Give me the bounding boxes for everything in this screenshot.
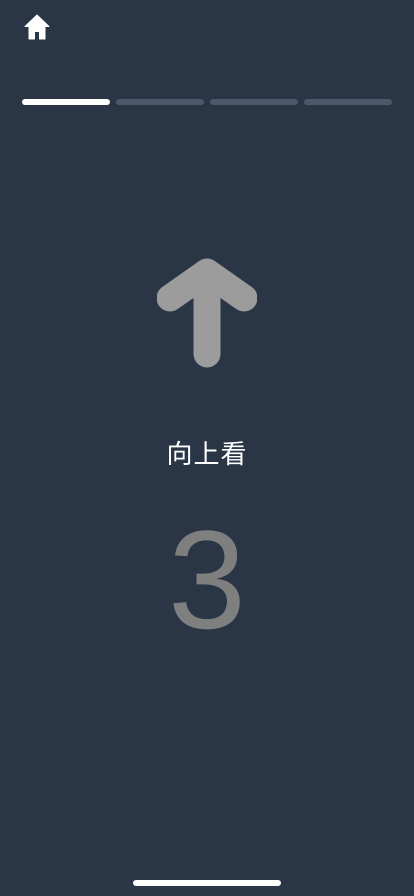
progress-segment-1: [22, 99, 110, 105]
home-icon: [24, 14, 50, 40]
step-progress-bar: [22, 99, 392, 106]
countdown-number: 3: [168, 501, 246, 658]
direction-indicator: [156, 258, 258, 370]
progress-segment-4: [304, 99, 392, 105]
progress-segment-3: [210, 99, 298, 105]
progress-segment-2: [116, 99, 204, 105]
arrow-up-icon: [156, 258, 258, 368]
home-button[interactable]: [22, 12, 52, 42]
home-indicator-bar[interactable]: [133, 880, 281, 886]
instruction-text: 向上看: [166, 440, 248, 470]
